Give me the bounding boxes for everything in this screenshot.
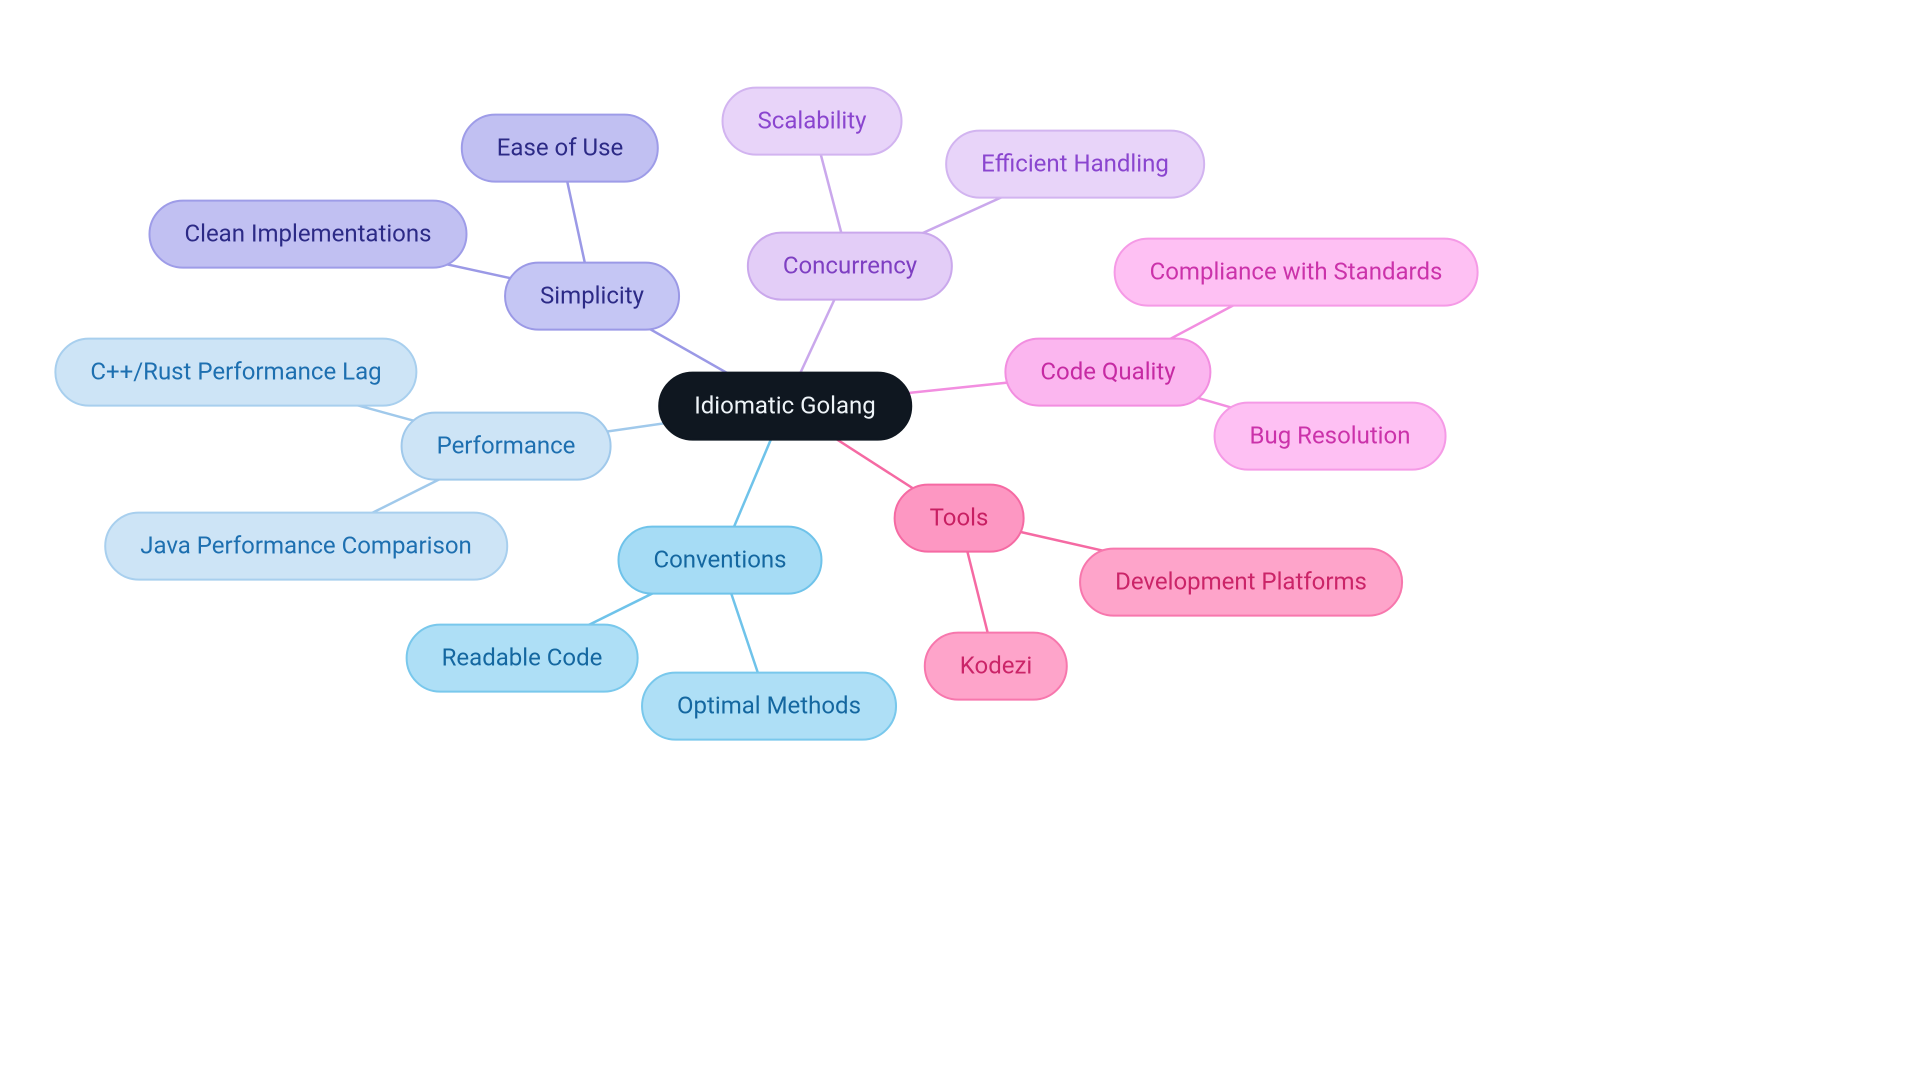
node-ease-of-use[interactable]: Ease of Use — [461, 114, 659, 183]
node-label: Scalability — [758, 107, 867, 135]
node-label: C++/Rust Performance Lag — [90, 358, 381, 386]
node-label: Idiomatic Golang — [694, 392, 876, 420]
node-readable-code[interactable]: Readable Code — [406, 624, 639, 693]
node-java-comparison[interactable]: Java Performance Comparison — [104, 512, 508, 581]
node-scalability[interactable]: Scalability — [722, 87, 903, 156]
node-cpp-rust-lag[interactable]: C++/Rust Performance Lag — [54, 338, 417, 407]
node-label: Optimal Methods — [677, 692, 861, 720]
node-label: Development Platforms — [1115, 568, 1367, 596]
node-simplicity[interactable]: Simplicity — [504, 262, 680, 331]
node-conventions[interactable]: Conventions — [617, 526, 822, 595]
node-compliance[interactable]: Compliance with Standards — [1114, 238, 1479, 307]
node-label: Tools — [930, 504, 989, 532]
node-center[interactable]: Idiomatic Golang — [658, 372, 912, 441]
node-label: Compliance with Standards — [1150, 258, 1443, 286]
mindmap-canvas: { "center": { "label": "Idiomatic Golang… — [0, 0, 1920, 1083]
node-label: Java Performance Comparison — [140, 532, 472, 560]
node-concurrency[interactable]: Concurrency — [747, 232, 953, 301]
node-label: Bug Resolution — [1250, 422, 1411, 450]
node-dev-platforms[interactable]: Development Platforms — [1079, 548, 1403, 617]
node-label: Simplicity — [540, 282, 644, 310]
node-performance[interactable]: Performance — [401, 412, 612, 481]
node-label: Kodezi — [960, 652, 1032, 680]
node-label: Conventions — [653, 546, 786, 574]
node-label: Concurrency — [783, 252, 917, 280]
node-code-quality[interactable]: Code Quality — [1004, 338, 1211, 407]
node-bug-resolution[interactable]: Bug Resolution — [1214, 402, 1447, 471]
node-label: Code Quality — [1040, 358, 1175, 386]
node-label: Ease of Use — [497, 134, 623, 162]
node-tools[interactable]: Tools — [894, 484, 1025, 553]
node-efficient-handling[interactable]: Efficient Handling — [945, 130, 1205, 199]
node-label: Readable Code — [442, 644, 603, 672]
node-clean-implementations[interactable]: Clean Implementations — [148, 200, 467, 269]
node-label: Clean Implementations — [184, 220, 431, 248]
node-label: Performance — [437, 432, 576, 460]
node-kodezi[interactable]: Kodezi — [924, 632, 1068, 701]
node-optimal-methods[interactable]: Optimal Methods — [641, 672, 897, 741]
node-label: Efficient Handling — [981, 150, 1169, 178]
